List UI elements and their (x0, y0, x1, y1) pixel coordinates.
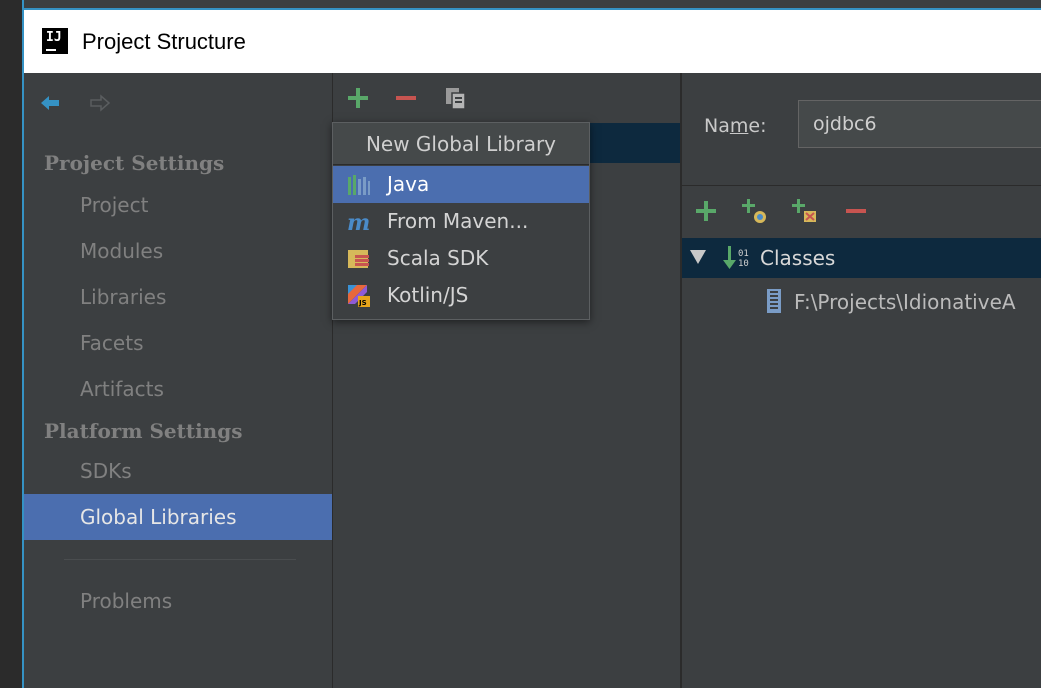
window-title: Project Structure (82, 29, 246, 54)
sidebar: Project Settings Project Modules Librari… (24, 73, 332, 688)
add-classes-icon[interactable] (740, 197, 768, 225)
add-icon[interactable] (692, 197, 720, 225)
detail-separator (682, 185, 1041, 186)
sidebar-separator (64, 559, 296, 560)
svg-text:JS: JS (358, 299, 367, 307)
add-excluded-icon[interactable] (790, 197, 818, 225)
popup-item-label: From Maven... (387, 209, 529, 233)
name-label: Name: (704, 115, 767, 137)
sidebar-item-problems[interactable]: Problems (24, 578, 332, 624)
sidebar-item-project[interactable]: Project (24, 182, 332, 228)
remove-icon[interactable] (842, 197, 870, 225)
svg-text:01: 01 (738, 249, 749, 259)
maven-icon: m (347, 210, 370, 234)
sidebar-item-global-libraries[interactable]: Global Libraries (24, 494, 332, 540)
kotlin-js-icon: JS (348, 285, 370, 307)
popup-item-from-maven[interactable]: m From Maven... (333, 203, 589, 240)
outer-left-border (0, 0, 24, 688)
tree-label-classes: Classes (760, 246, 836, 270)
tree-label-jar-path: F:\Projects\IdionativeA (794, 290, 1016, 314)
popup-title: New Global Library (333, 123, 589, 165)
library-toolbar (333, 73, 680, 123)
back-arrow-icon[interactable] (40, 93, 60, 113)
classes-root-icon: 01 10 (723, 246, 749, 269)
popup-item-java[interactable]: Java (333, 166, 589, 203)
expand-arrow-icon[interactable] (690, 250, 706, 264)
java-library-icon (348, 175, 370, 195)
intellij-logo-icon: IJ (42, 28, 68, 54)
tree-node-classes[interactable]: 01 10 Classes (682, 238, 1041, 278)
copy-icon[interactable] (443, 85, 469, 111)
sidebar-item-artifacts[interactable]: Artifacts (24, 366, 332, 412)
remove-icon[interactable] (393, 85, 419, 111)
add-icon[interactable] (345, 85, 371, 111)
popup-item-scala-sdk[interactable]: Scala SDK (333, 240, 589, 277)
sidebar-item-libraries[interactable]: Libraries (24, 274, 332, 320)
outer-top-border (0, 0, 1041, 10)
popup-item-label: Kotlin/JS (387, 283, 469, 307)
platform-settings-heading: Platform Settings (44, 419, 243, 443)
forward-arrow-icon[interactable] (90, 93, 110, 113)
popup-item-label: Java (387, 172, 430, 196)
popup-item-kotlin-js[interactable]: JS Kotlin/JS (333, 277, 589, 314)
classes-toolbar (682, 193, 1041, 233)
popup-item-label: Scala SDK (387, 246, 489, 270)
new-global-library-popup: New Global Library Java m From Maven... … (332, 122, 590, 320)
library-detail-panel: Name: 01 10 Classes (682, 73, 1041, 688)
sidebar-item-facets[interactable]: Facets (24, 320, 332, 366)
jar-file-icon (767, 289, 781, 313)
tree-node-jar[interactable]: F:\Projects\IdionativeA (682, 280, 1041, 320)
svg-text:m: m (347, 210, 370, 234)
scala-sdk-icon (348, 250, 369, 268)
svg-text:10: 10 (738, 259, 749, 269)
project-settings-heading: Project Settings (44, 151, 225, 175)
library-list-item[interactable] (583, 123, 680, 163)
sidebar-item-sdks[interactable]: SDKs (24, 448, 332, 494)
sidebar-item-modules[interactable]: Modules (24, 228, 332, 274)
library-name-input[interactable] (798, 100, 1041, 148)
title-bar: IJ Project Structure (24, 10, 1041, 73)
